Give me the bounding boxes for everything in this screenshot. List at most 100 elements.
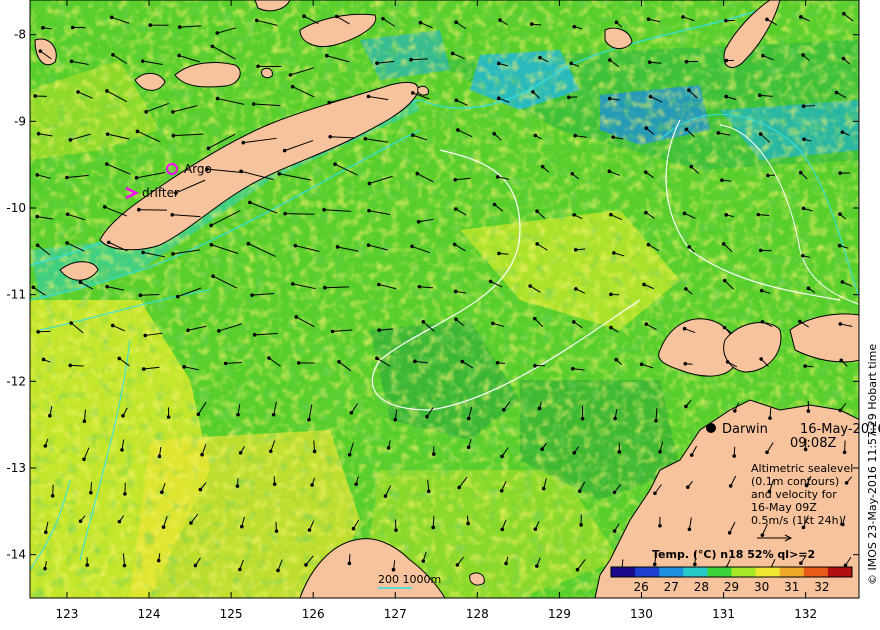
velocity-arrow-head <box>333 162 337 166</box>
velocity-arrow-head <box>425 414 429 419</box>
velocity-arrow-head <box>375 356 379 361</box>
velocity-arrow-head <box>498 18 502 22</box>
drifter-label: drifter <box>142 186 179 200</box>
velocity-arrow-head <box>572 24 577 29</box>
velocity-arrow-head <box>609 292 613 297</box>
velocity-arrow-head <box>530 22 534 26</box>
velocity-arrow-head <box>177 25 182 29</box>
velocity-arrow-head <box>182 365 186 369</box>
velocity-arrow-head <box>722 278 727 283</box>
velocity-arrow-head <box>609 212 613 217</box>
velocity-arrow-head <box>335 245 340 249</box>
velocity-arrow-head <box>532 316 537 321</box>
velocity-arrow-head <box>363 136 368 141</box>
velocity-arrow-head <box>102 205 107 209</box>
velocity-arrow-head <box>806 409 811 413</box>
velocity-arrow-head <box>418 20 423 25</box>
velocity-arrow-head <box>78 280 83 284</box>
velocity-arrow-head <box>535 209 539 213</box>
colorbar-segment <box>803 567 829 577</box>
velocity-arrow-head <box>658 523 662 528</box>
velocity-arrow-head <box>840 130 845 134</box>
velocity-arrow-head <box>721 242 726 246</box>
velocity-arrow-head <box>238 567 242 572</box>
velocity-arrow-head <box>123 492 127 496</box>
velocity-arrow-head <box>844 481 849 485</box>
velocity-arrow-head <box>322 207 326 212</box>
velocity-arrow-head <box>65 175 69 180</box>
velocity-arrow-head <box>148 23 153 27</box>
velocity-arrow-head <box>839 358 844 363</box>
velocity-arrow-head <box>330 329 335 334</box>
velocity-arrow-head <box>50 494 55 498</box>
lat-tick-label: -13 <box>6 461 26 475</box>
velocity-arrow-head <box>466 445 471 450</box>
velocity-arrow-head <box>196 412 201 417</box>
velocity-arrow-head <box>391 567 396 572</box>
lon-tick-label: 127 <box>384 607 407 621</box>
velocity-arrow-head <box>410 91 415 95</box>
velocity-arrow-head <box>567 95 571 100</box>
velocity-arrow-head <box>580 416 585 421</box>
velocity-arrow-head <box>644 322 649 327</box>
velocity-arrow-head <box>381 16 385 21</box>
velocity-arrow-head <box>209 242 214 247</box>
velocity-arrow-head <box>248 200 252 205</box>
velocity-arrow-head <box>82 457 86 462</box>
depth-scale-label: 200 1000m <box>378 573 441 586</box>
velocity-arrow-head <box>575 567 580 572</box>
velocity-arrow-head <box>290 84 295 89</box>
velocity-arrow-head <box>256 64 260 69</box>
velocity-arrow-head <box>727 530 732 535</box>
credit-label: © IMOS 23-May-2016 11:57:29 Hobart time <box>866 343 879 585</box>
velocity-arrow-head <box>761 53 765 58</box>
velocity-arrow-head <box>834 90 839 95</box>
velocity-arrow-head <box>38 49 43 53</box>
darwin-city-marker <box>706 423 716 433</box>
velocity-arrow <box>285 213 315 215</box>
velocity-arrow-head <box>82 419 87 424</box>
velocity-arrow-head <box>417 284 422 289</box>
velocity-arrow-head <box>569 61 573 66</box>
velocity-arrow-head <box>43 530 48 535</box>
velocity-arrow-head <box>607 169 612 174</box>
velocity-arrow-head <box>386 446 391 450</box>
altimetry-line-2: (0.1m contours) <box>751 475 839 488</box>
velocity-arrow-head <box>454 317 458 322</box>
velocity-arrow-head <box>415 171 420 176</box>
velocity-arrow-head <box>577 489 582 493</box>
velocity-arrow-head <box>141 250 145 255</box>
lat-tick-label: -9 <box>14 114 26 128</box>
velocity-arrow-head <box>759 357 763 361</box>
velocity-arrow-head <box>570 366 575 371</box>
velocity-arrow-head <box>252 333 257 337</box>
velocity-arrow-head <box>454 20 458 25</box>
velocity-arrow-head <box>768 416 772 420</box>
velocity-arrow-head <box>759 288 764 293</box>
velocity-arrow-head <box>310 483 314 487</box>
velocity-arrow-head <box>758 248 763 253</box>
velocity-arrow-head <box>611 135 616 139</box>
velocity-arrow-head <box>732 454 737 458</box>
velocity-arrow-head <box>70 25 75 30</box>
velocity-arrow-head <box>573 133 577 138</box>
velocity-arrow-head <box>803 364 807 368</box>
velocity-arrow-head <box>35 173 40 177</box>
velocity-arrow-head <box>838 322 843 326</box>
velocity-arrow-head <box>693 562 697 567</box>
velocity-arrow-head <box>799 561 803 565</box>
velocity-arrow-head <box>725 360 730 364</box>
velocity-arrow-head <box>646 17 651 21</box>
velocity-arrow-head <box>570 171 575 176</box>
velocity-arrow-head <box>283 211 287 216</box>
velocity-arrow-head <box>223 361 228 366</box>
velocity-arrow-head <box>687 527 692 532</box>
velocity-arrow-head <box>720 178 724 183</box>
velocity-arrow-head <box>170 213 175 217</box>
velocity-arrow-head <box>296 361 301 365</box>
velocity-arrow-head <box>541 486 546 491</box>
velocity-arrow-head <box>307 528 312 532</box>
velocity-arrow-head <box>76 90 80 94</box>
velocity-arrow-head <box>143 333 148 338</box>
velocity-arrow-head <box>617 450 622 454</box>
